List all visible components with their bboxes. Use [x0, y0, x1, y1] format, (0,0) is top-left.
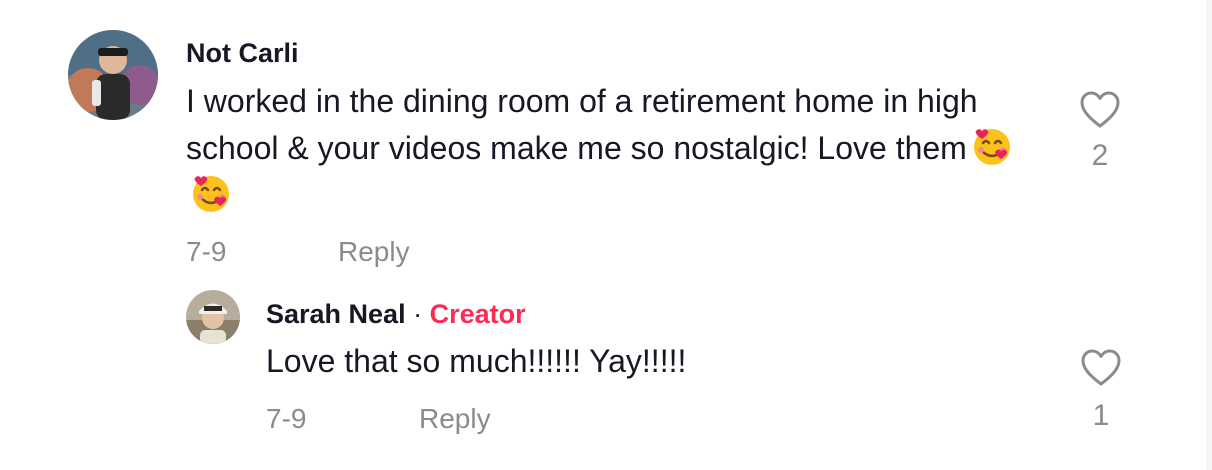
like-count: 2 — [1091, 139, 1109, 172]
smiling-face-with-hearts-icon — [190, 172, 232, 214]
like-button[interactable] — [1079, 346, 1123, 390]
comment-text: I worked in the dining room of a retirem… — [186, 78, 1046, 219]
reply-button[interactable]: Reply — [338, 236, 410, 268]
reply-username[interactable]: Sarah Neal · Creator — [266, 298, 526, 330]
reply-text: Love that so much!!!!!! Yay!!!!! — [266, 343, 687, 379]
reply-button[interactable]: Reply — [419, 403, 491, 435]
creator-badge: Creator — [429, 299, 526, 329]
like-button[interactable] — [1078, 88, 1122, 132]
comment-body: I worked in the dining room of a retirem… — [186, 83, 978, 166]
comment-date: 7-9 — [186, 236, 227, 267]
creator-separator: · — [413, 299, 423, 329]
heart-icon — [1081, 349, 1121, 386]
reply-username-text: Sarah Neal — [266, 299, 406, 329]
avatar[interactable] — [186, 290, 240, 344]
comment-username[interactable]: Not Carli — [186, 37, 299, 69]
heart-icon — [1080, 91, 1120, 128]
smiling-face-with-hearts-icon — [971, 125, 1013, 167]
reply-date: 7-9 — [266, 403, 307, 434]
avatar[interactable] — [68, 30, 158, 120]
scrollbar-track — [1206, 0, 1212, 470]
like-count: 1 — [1092, 399, 1110, 432]
